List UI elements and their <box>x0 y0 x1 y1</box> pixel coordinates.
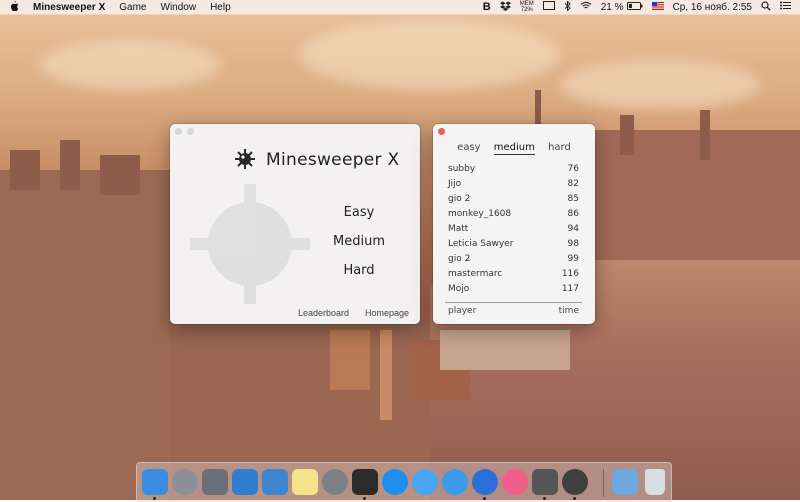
player-time: 86 <box>567 209 579 219</box>
table-row: gio 2 85 <box>448 194 579 204</box>
battery-percent[interactable]: 21 % <box>601 2 624 13</box>
leaderboard-window: easy medium hard subby 76 Jijo 82 gio 2 85 mon… <box>433 124 595 324</box>
menu-window[interactable]: Window <box>161 2 197 13</box>
table-row: Mojo 117 <box>448 284 579 294</box>
tab-medium[interactable]: medium <box>493 142 535 155</box>
easy-button[interactable]: Easy <box>319 205 399 220</box>
memory-indicator[interactable]: MEM 72% <box>520 1 534 13</box>
table-row: mastermarc 116 <box>448 269 579 279</box>
app-store-icon[interactable] <box>382 469 408 495</box>
app-menu[interactable]: Minesweeper X <box>33 2 105 13</box>
itunes-icon[interactable] <box>502 469 528 495</box>
dock-separator <box>603 469 604 497</box>
disk-utility-icon[interactable] <box>202 469 228 495</box>
player-time: 82 <box>567 179 579 189</box>
player-name: gio 2 <box>448 254 471 264</box>
flag-us-icon[interactable] <box>651 1 664 13</box>
mine-watermark-icon <box>190 184 310 304</box>
bold-b-icon[interactable]: B <box>483 1 491 13</box>
player-name: Matt <box>448 224 469 234</box>
xcode-icon[interactable] <box>232 469 258 495</box>
battery-icon[interactable] <box>626 1 643 13</box>
player-name: Mojo <box>448 284 470 294</box>
minesweeper-main-window: Minesweeper X Easy Medium Hard Leaderboa… <box>170 124 420 324</box>
player-name: Leticia Sawyer <box>448 239 514 249</box>
player-name: Jijo <box>448 179 462 189</box>
menu-bar: Minesweeper X Game Window Help B MEM 72%… <box>0 0 800 15</box>
difficulty-tabs: easy medium hard <box>433 142 595 155</box>
hard-button[interactable]: Hard <box>319 263 399 278</box>
trash-icon[interactable] <box>645 469 665 495</box>
clock[interactable]: Ср, 16 нояб. 2:55 <box>673 2 753 13</box>
player-time: 85 <box>567 194 579 204</box>
medium-button[interactable]: Medium <box>319 234 399 249</box>
leaderboard-link[interactable]: Leaderboard <box>298 308 349 318</box>
table-row: Jijo 82 <box>448 179 579 189</box>
player-name: mastermarc <box>448 269 503 279</box>
tab-hard[interactable]: hard <box>548 142 571 154</box>
player-name: gio 2 <box>448 194 471 204</box>
terminal-icon[interactable] <box>352 469 378 495</box>
minesweeper-icon[interactable] <box>562 469 588 495</box>
player-name: monkey_1608 <box>448 209 512 219</box>
tab-easy[interactable]: easy <box>457 142 480 154</box>
folder-icon[interactable] <box>612 469 638 495</box>
player-time: 117 <box>561 284 579 294</box>
notification-center-icon[interactable] <box>780 1 791 13</box>
dock <box>136 462 672 502</box>
table-row: gio 2 99 <box>448 254 579 264</box>
sublime-icon[interactable] <box>532 469 558 495</box>
apple-menu[interactable] <box>10 0 19 14</box>
finder-icon[interactable] <box>142 469 168 495</box>
chat-icon[interactable] <box>472 469 498 495</box>
player-time: 98 <box>567 239 579 249</box>
safari-icon[interactable] <box>442 469 468 495</box>
messages-icon[interactable] <box>412 469 438 495</box>
mine-logo-icon <box>235 149 255 169</box>
table-row: monkey_1608 86 <box>448 209 579 219</box>
bluetooth-icon[interactable] <box>564 0 571 14</box>
homepage-link[interactable]: Homepage <box>365 308 409 318</box>
player-name: subby <box>448 164 476 174</box>
spotlight-search-icon[interactable] <box>761 0 771 14</box>
mem-value: 72% <box>520 7 533 13</box>
close-button[interactable] <box>175 128 182 135</box>
close-button[interactable] <box>438 128 445 135</box>
divider <box>445 302 582 303</box>
table-row: subby 76 <box>448 164 579 174</box>
launchpad-icon[interactable] <box>172 469 198 495</box>
player-time: 76 <box>567 164 579 174</box>
display-icon[interactable] <box>542 1 555 13</box>
player-column-header: player <box>448 306 477 316</box>
apple-icon <box>11 0 19 11</box>
table-row: Leticia Sawyer 98 <box>448 239 579 249</box>
time-column-header: time <box>558 306 579 316</box>
player-time: 116 <box>561 269 579 279</box>
player-time: 94 <box>567 224 579 234</box>
menu-game[interactable]: Game <box>119 2 146 13</box>
menu-help[interactable]: Help <box>210 2 231 13</box>
minimize-button[interactable] <box>187 128 194 135</box>
notes-icon[interactable] <box>292 469 318 495</box>
player-time: 99 <box>567 254 579 264</box>
app-title: Minesweeper X <box>266 150 400 170</box>
wifi-icon[interactable] <box>580 1 592 13</box>
dropbox-icon[interactable] <box>499 0 511 14</box>
preview-icon[interactable] <box>262 469 288 495</box>
system-preferences-icon[interactable] <box>322 469 348 495</box>
table-row: Matt 94 <box>448 224 579 234</box>
